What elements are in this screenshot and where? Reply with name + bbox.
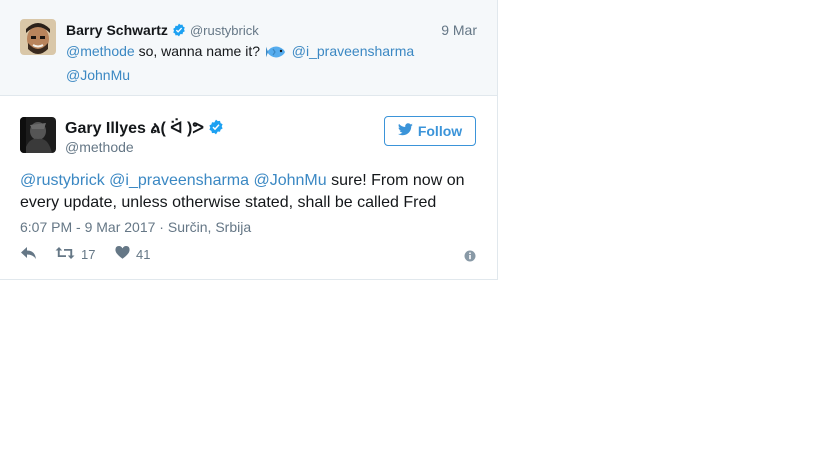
tweet-timestamp[interactable]: 6:07 PM - 9 Mar 2017	[20, 219, 155, 235]
verified-badge-icon	[208, 119, 224, 140]
parent-tweet[interactable]: Barry Schwartz @rustybrick 9 Mar @methode…	[0, 0, 497, 96]
tweet-meta: 6:07 PM - 9 Mar 2017 · Surčin, Srbija	[20, 219, 252, 235]
verified-badge-icon	[172, 23, 186, 40]
mention-link[interactable]: @methode	[66, 43, 135, 59]
retweet-icon	[55, 246, 75, 263]
mention-link[interactable]: @i_praveensharma	[292, 43, 414, 59]
author-name[interactable]: Barry Schwartz	[66, 22, 168, 38]
like-count: 41	[136, 246, 151, 262]
mention-link[interactable]: @JohnMu	[253, 172, 326, 189]
tweet-location[interactable]: Surčin, Srbija	[168, 219, 251, 235]
tweet-date[interactable]: 9 Mar	[441, 22, 477, 38]
parent-author[interactable]: Barry Schwartz @rustybrick	[66, 22, 259, 40]
author-handle[interactable]: @rustybrick	[190, 23, 259, 38]
embedded-tweet: Barry Schwartz @rustybrick 9 Mar @methode…	[0, 0, 498, 280]
retweet-button[interactable]: 17	[55, 246, 95, 263]
avatar[interactable]	[20, 117, 56, 153]
retweet-count: 17	[81, 247, 96, 262]
avatar[interactable]	[20, 19, 56, 55]
author-handle[interactable]: @methode	[65, 139, 134, 155]
like-button[interactable]: 41	[115, 246, 150, 262]
fish-emoji-icon	[263, 44, 286, 65]
mention-link[interactable]: @i_praveensharma	[109, 172, 249, 189]
reply-button[interactable]	[20, 246, 37, 263]
main-tweet-text: @rustybrick @i_praveensharma @JohnMu sur…	[20, 170, 480, 214]
parent-tweet-text: @methode so, wanna name it? @i_praveensh…	[66, 41, 466, 86]
follow-button[interactable]: Follow	[384, 116, 476, 146]
author-name[interactable]: Gary Illyes ል( ᐛ )ᕗ	[65, 120, 204, 137]
tweet-text: so, wanna name it?	[134, 43, 264, 59]
info-icon[interactable]	[464, 249, 476, 267]
follow-label: Follow	[417, 123, 463, 139]
mention-link[interactable]: @JohnMu	[66, 67, 130, 83]
twitter-bird-icon	[397, 123, 413, 139]
heart-icon	[115, 246, 130, 262]
reply-icon	[20, 246, 37, 263]
mention-link[interactable]: @rustybrick	[20, 172, 105, 189]
main-author[interactable]: Gary Illyes ል( ᐛ )ᕗ	[65, 118, 224, 140]
